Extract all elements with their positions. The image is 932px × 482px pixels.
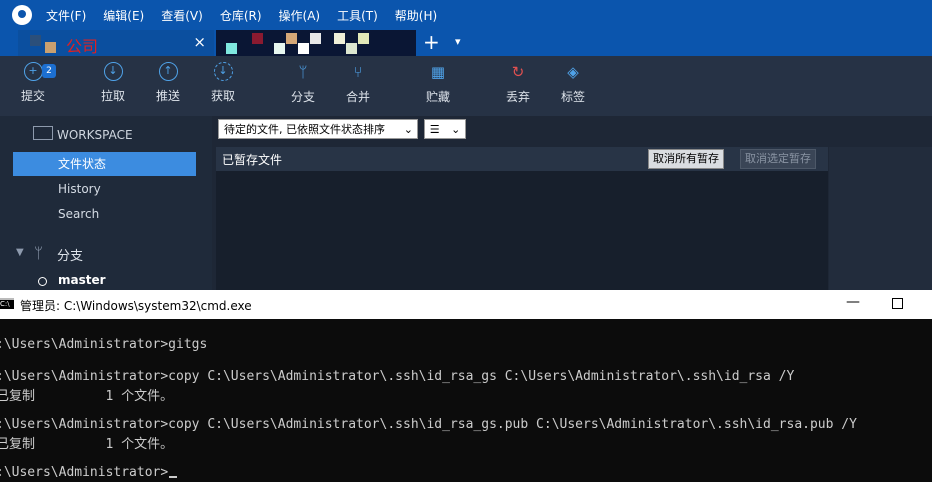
tag-label: 标签 — [560, 90, 585, 104]
arrow-down-circle-icon: ↓ — [103, 62, 123, 81]
stash-button[interactable]: ▦ 贮藏 — [415, 62, 461, 105]
main-panel: 待定的文件, 已依照文件状态排序 ⌄ ☰ ⌄ 已暂存文件 取消所有暂存 取消选定… — [212, 116, 932, 290]
chevron-down-icon: ⌄ — [403, 123, 413, 136]
tag-icon: ◈ — [567, 63, 579, 81]
staged-files-list[interactable] — [216, 171, 828, 290]
toolbar: + 2 提交 ↓ 拉取 ↑ 推送 ↓ 获取 ᛘ 分支 ⑂ 合并 ▦ 贮藏 ↻ 丢… — [0, 56, 932, 116]
pull-label: 拉取 — [100, 89, 125, 103]
workspace-heading: WORKSPACE — [57, 128, 133, 142]
new-tab-button[interactable]: + — [423, 30, 440, 54]
console-prompt-line: :\Users\Administrator> — [0, 465, 178, 480]
text-cursor — [169, 476, 178, 478]
tab-label: 公司 — [66, 37, 99, 56]
branch-icon: ᛘ — [298, 63, 308, 81]
discard-button[interactable]: ↻ 丢弃 — [495, 62, 541, 105]
branches-heading[interactable]: 分支 — [57, 245, 83, 264]
push-button[interactable]: ↑ 推送 — [145, 62, 191, 104]
unstage-all-button[interactable]: 取消所有暂存 — [648, 149, 724, 169]
push-label: 推送 — [155, 89, 180, 103]
menu-tools[interactable]: 工具(T) — [337, 7, 378, 24]
sidebar: WORKSPACE 文件状态 History Search ▼ ᛘ 分支 mas… — [0, 116, 212, 290]
console-prompt: :\Users\Administrator> — [0, 465, 169, 480]
cmd-window-title: 管理员: C:\Windows\system32\cmd.exe — [20, 299, 252, 313]
branch-icon: ᛘ — [34, 244, 44, 262]
tab-bar: 公司 × — [0, 30, 932, 56]
menu-help[interactable]: 帮助(H) — [395, 7, 437, 24]
list-view-icon: ☰ — [429, 123, 440, 136]
app-logo-icon — [12, 5, 32, 25]
console-output[interactable]: :\Users\Administrator>gitgs :\Users\Admi… — [0, 319, 932, 482]
console-line: :\Users\Administrator>gitgs — [0, 337, 208, 352]
commit-label: 提交 — [20, 89, 45, 103]
commit-count-badge: 2 — [42, 64, 56, 78]
sidebar-item-file-status[interactable]: 文件状态 — [13, 152, 196, 176]
branch-label: 分支 — [290, 90, 315, 104]
console-line: :\Users\Administrator>copy C:\Users\Admi… — [0, 417, 857, 432]
sort-select[interactable]: 待定的文件, 已依照文件状态排序 ⌄ — [218, 119, 418, 139]
unstage-selected-button[interactable]: 取消选定暂存 — [740, 149, 816, 169]
minimize-button[interactable]: — — [846, 294, 860, 310]
console-line: :\Users\Administrator>copy C:\Users\Admi… — [0, 369, 795, 384]
current-branch-indicator — [38, 277, 47, 286]
fetch-button[interactable]: ↓ 获取 — [200, 62, 246, 104]
cmd-titlebar[interactable]: C:\ 管理员: C:\Windows\system32\cmd.exe — — [0, 290, 932, 319]
menu-file[interactable]: 文件(F) — [46, 7, 86, 24]
plus-circle-icon: + — [23, 62, 43, 81]
menu-edit[interactable]: 编辑(E) — [103, 7, 144, 24]
sidebar-item-search[interactable]: Search — [13, 202, 196, 226]
chevron-down-icon: ⌄ — [451, 123, 461, 136]
tab-menu-chevron-icon[interactable]: ▾ — [455, 35, 461, 48]
maximize-button[interactable] — [892, 298, 903, 309]
staged-files-title: 已暂存文件 — [222, 153, 283, 167]
discard-label: 丢弃 — [505, 90, 530, 104]
console-line: 已复制 1 个文件。 — [0, 389, 174, 404]
stash-icon: ▦ — [430, 63, 446, 81]
fetch-circle-icon: ↓ — [213, 62, 233, 81]
stash-label: 贮藏 — [425, 90, 450, 104]
chevron-down-icon[interactable]: ▼ — [16, 247, 24, 258]
monitor-icon — [33, 126, 53, 140]
close-tab-icon[interactable]: × — [193, 33, 206, 51]
sidebar-item-history[interactable]: History — [13, 177, 196, 201]
menu-actions[interactable]: 操作(A) — [279, 7, 321, 24]
merge-button[interactable]: ⑂ 合并 — [335, 62, 381, 105]
sort-select-value: 待定的文件, 已依照文件状态排序 — [224, 123, 385, 136]
repo-tab[interactable] — [216, 30, 416, 56]
staged-files-header: 已暂存文件 取消所有暂存 取消选定暂存 — [216, 147, 828, 171]
menu-view[interactable]: 查看(V) — [161, 7, 203, 24]
console-line: 已复制 1 个文件。 — [0, 437, 174, 452]
merge-icon: ⑂ — [353, 63, 363, 81]
branch-button[interactable]: ᛘ 分支 — [280, 62, 326, 105]
cmd-app-icon: C:\ — [0, 298, 14, 309]
fetch-label: 获取 — [210, 89, 235, 103]
diff-pane — [829, 147, 932, 290]
view-select[interactable]: ☰ ⌄ — [424, 119, 466, 139]
commit-button[interactable]: + 2 提交 — [10, 62, 56, 104]
branch-item-master[interactable]: master — [58, 273, 106, 287]
arrow-up-circle-icon: ↑ — [158, 62, 178, 81]
menu-repository[interactable]: 仓库(R) — [220, 7, 262, 24]
tag-button[interactable]: ◈ 标签 — [550, 62, 596, 105]
discard-icon: ↻ — [511, 63, 525, 81]
repo-tab-active[interactable]: 公司 × — [18, 30, 214, 56]
pull-button[interactable]: ↓ 拉取 — [90, 62, 136, 104]
menu-bar: 文件(F) 编辑(E) 查看(V) 仓库(R) 操作(A) 工具(T) 帮助(H… — [0, 0, 932, 30]
merge-label: 合并 — [345, 90, 370, 104]
